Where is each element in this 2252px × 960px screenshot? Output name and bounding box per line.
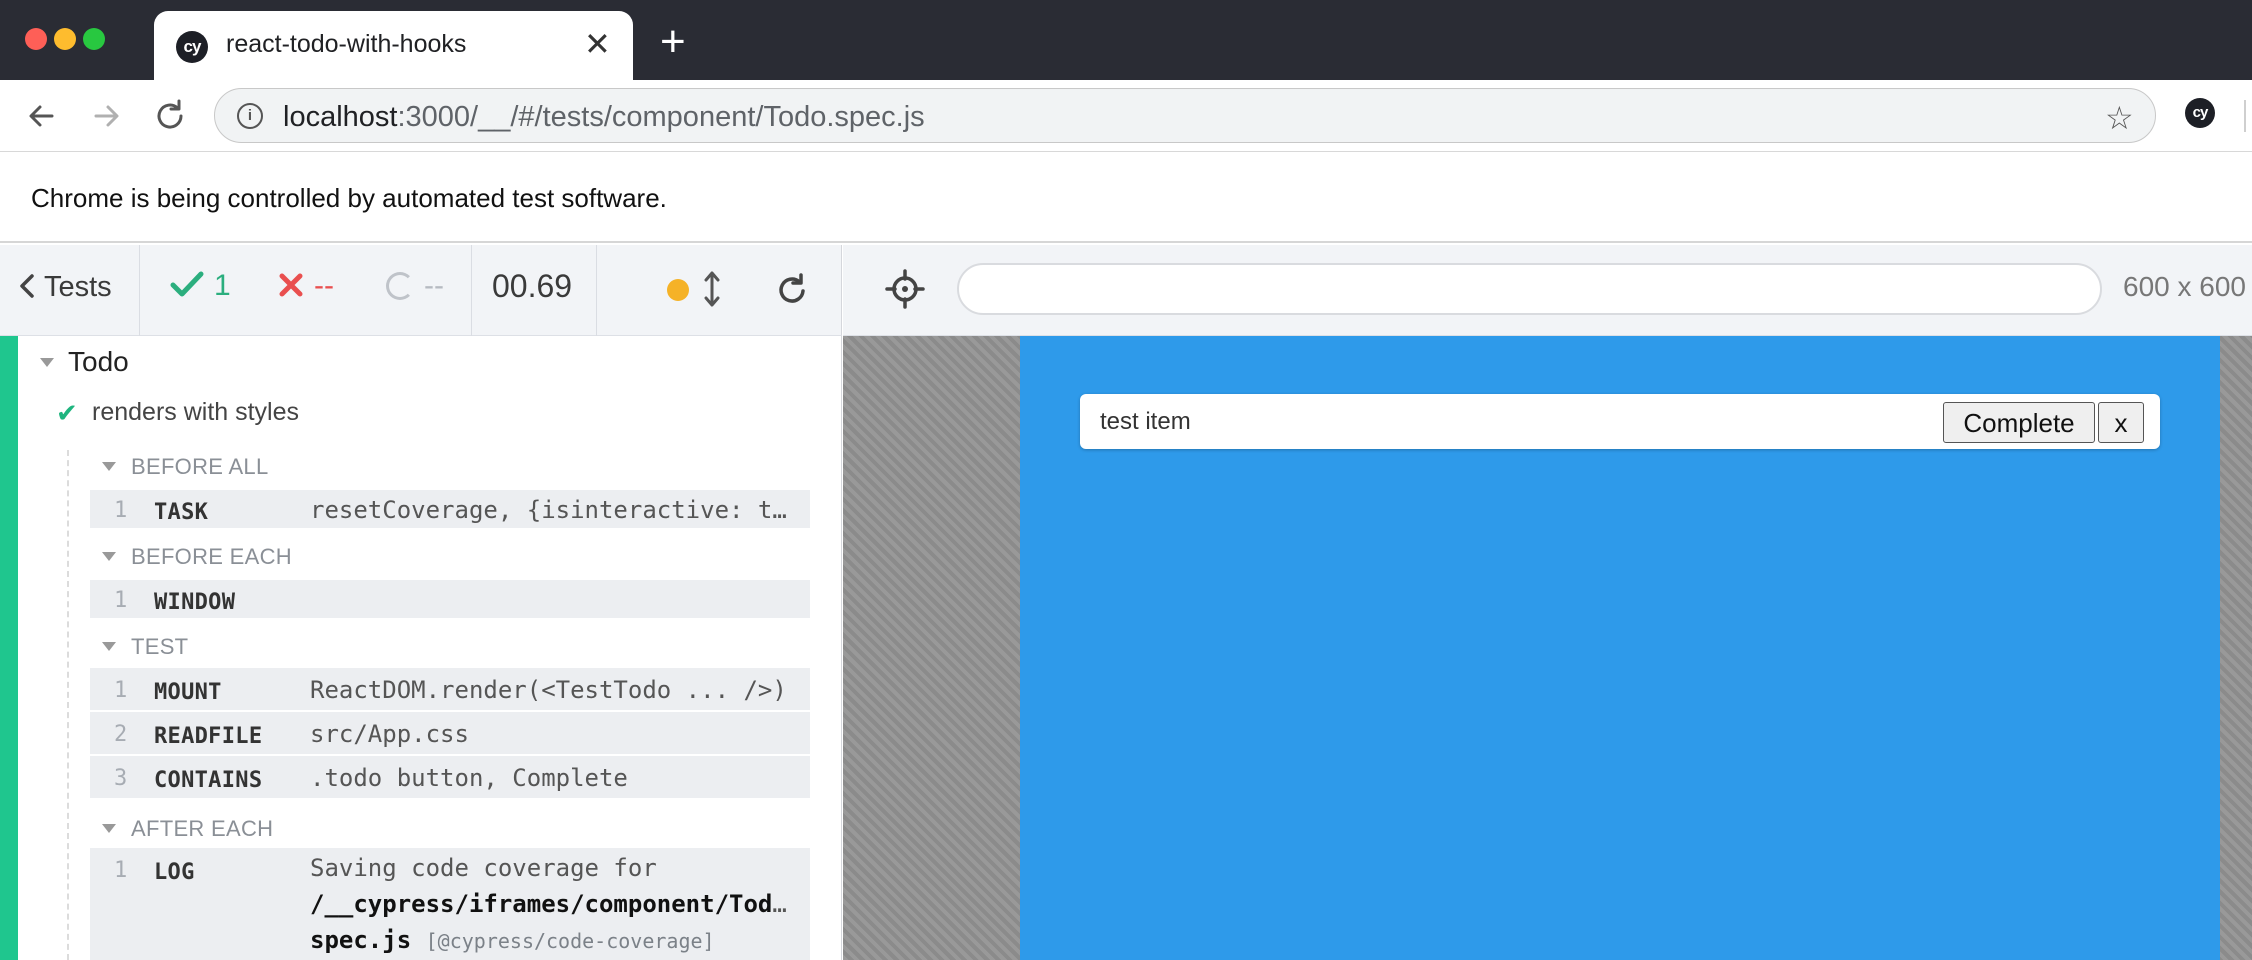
selector-playground-crosshair-icon[interactable]: [883, 267, 927, 311]
command-number: 2: [114, 722, 128, 747]
command-name: LOG: [154, 860, 195, 885]
window-maximize-button[interactable]: [83, 28, 105, 50]
todo-item: test item Complete x: [1080, 394, 2160, 449]
back-icon[interactable]: [22, 96, 62, 136]
command-number: 1: [114, 498, 128, 523]
log-message-tag: [@cypress/code-coverage]: [425, 929, 715, 953]
browser-tab-strip: cy react-todo-with-hooks ✕ +: [0, 0, 2252, 80]
collapse-caret-icon[interactable]: [102, 552, 116, 561]
command-row[interactable]: 3 CONTAINS .todo button, Complete: [90, 756, 810, 800]
browser-tab[interactable]: cy react-todo-with-hooks ✕: [154, 11, 633, 80]
test-pass-check-icon: ✔: [56, 398, 78, 428]
command-number: 1: [114, 858, 128, 883]
resize-vertical-icon[interactable]: [702, 269, 722, 309]
pending-spinner-icon: [386, 272, 414, 300]
address-bar[interactable]: i localhost:3000/__/#/tests/component/To…: [214, 88, 2156, 143]
browser-toolbar: i localhost:3000/__/#/tests/component/To…: [0, 80, 2252, 152]
passed-count[interactable]: 1: [170, 269, 231, 303]
cypress-favicon-icon: cy: [176, 31, 208, 63]
new-tab-icon[interactable]: +: [660, 20, 686, 64]
header-divider: [596, 245, 597, 336]
reload-icon[interactable]: [150, 96, 190, 136]
suite-title[interactable]: Todo: [68, 346, 129, 378]
command-name: WINDOW: [154, 590, 236, 615]
pending-count-value: --: [424, 269, 444, 302]
forward-icon[interactable]: [86, 96, 126, 136]
test-title[interactable]: renders with styles: [92, 398, 299, 427]
log-message-path-end: spec.js: [310, 926, 412, 954]
url-path: :3000/__/#/tests/component/Todo.spec.js: [397, 101, 925, 133]
hook-rail: [67, 450, 69, 960]
header-divider: [471, 245, 472, 336]
command-number: 1: [114, 588, 128, 613]
collapse-caret-icon[interactable]: [40, 358, 54, 367]
info-icon[interactable]: i: [237, 103, 263, 129]
url-text[interactable]: localhost:3000/__/#/tests/component/Todo…: [283, 101, 925, 134]
bookmark-star-icon[interactable]: ☆: [2105, 99, 2134, 137]
hook-label-before-all[interactable]: BEFORE ALL: [131, 454, 269, 480]
check-icon: [170, 271, 204, 297]
running-status-dot: [667, 279, 689, 301]
command-log[interactable]: Todo ✔ renders with styles BEFORE ALL 1 …: [0, 336, 842, 960]
profile-avatar-icon[interactable]: cy: [2185, 98, 2215, 128]
command-name: TASK: [154, 500, 209, 525]
hook-label-after-each[interactable]: AFTER EACH: [131, 816, 273, 842]
command-row[interactable]: 1 MOUNT ReactDOM.render(<TestTodo ... />…: [90, 668, 810, 712]
hook-label-test[interactable]: TEST: [131, 634, 188, 660]
log-message-path: /__cypress/iframes/component/Todo.: [310, 890, 800, 918]
rerun-icon[interactable]: [774, 272, 810, 308]
command-row[interactable]: 1 TASK resetCoverage, {isinteractive: tr…: [90, 490, 810, 530]
log-message-prefix: Saving code coverage for: [310, 854, 657, 882]
viewport-size[interactable]: 600 x 600: [2123, 271, 2246, 303]
command-row[interactable]: 1 WINDOW: [90, 580, 810, 620]
complete-button[interactable]: Complete: [1943, 402, 2095, 443]
command-message: Saving code coverage for /__cypress/ifra…: [310, 850, 800, 959]
pending-count[interactable]: --: [386, 269, 444, 303]
passed-count-value: 1: [214, 269, 231, 302]
command-row[interactable]: 1 LOG Saving code coverage for /__cypres…: [90, 848, 810, 960]
failed-count[interactable]: --: [278, 269, 334, 303]
url-host: localhost: [283, 101, 398, 133]
window-minimize-button[interactable]: [54, 28, 76, 50]
run-duration: 00.69: [492, 268, 573, 304]
x-fail-icon: [279, 273, 303, 297]
window-close-button[interactable]: [25, 28, 47, 50]
command-message: src/App.css: [310, 720, 469, 748]
command-message: ReactDOM.render(<TestTodo ... />): [310, 676, 787, 704]
aut-header: 600 x 600: [843, 245, 2252, 336]
command-message: .todo button, Complete: [310, 764, 628, 792]
command-number: 1: [114, 678, 128, 703]
failed-count-value: --: [314, 269, 334, 302]
command-number: 3: [114, 766, 128, 791]
todo-text: test item: [1100, 408, 1191, 435]
toolbar-divider: [2244, 100, 2246, 132]
tab-title: react-todo-with-hooks: [226, 30, 467, 58]
command-name: MOUNT: [154, 680, 222, 705]
header-divider: [139, 245, 140, 336]
collapse-caret-icon[interactable]: [102, 824, 116, 833]
tab-close-icon[interactable]: ✕: [584, 28, 611, 60]
suite-status-bar: [0, 336, 18, 960]
aut-url-field[interactable]: [957, 263, 2102, 315]
collapse-caret-icon[interactable]: [102, 462, 116, 471]
tests-button-label: Tests: [44, 271, 112, 303]
automation-infobar: Chrome is being controlled by automated …: [0, 153, 2252, 243]
collapse-caret-icon[interactable]: [102, 642, 116, 651]
reporter-header: Tests 1 -- -- 00.69: [0, 245, 842, 336]
command-message: resetCoverage, {isinteractive: true}: [310, 496, 800, 524]
aut-iframe: test item Complete x: [1020, 336, 2220, 960]
command-name: CONTAINS: [154, 768, 263, 793]
infobar-message: Chrome is being controlled by automated …: [31, 183, 667, 213]
hook-label-before-each[interactable]: BEFORE EACH: [131, 544, 292, 570]
chevron-left-icon: [20, 274, 34, 298]
command-row[interactable]: 2 READFILE src/App.css: [90, 712, 810, 756]
delete-button[interactable]: x: [2098, 402, 2144, 443]
tests-button[interactable]: Tests: [18, 271, 112, 304]
command-name: READFILE: [154, 724, 263, 749]
